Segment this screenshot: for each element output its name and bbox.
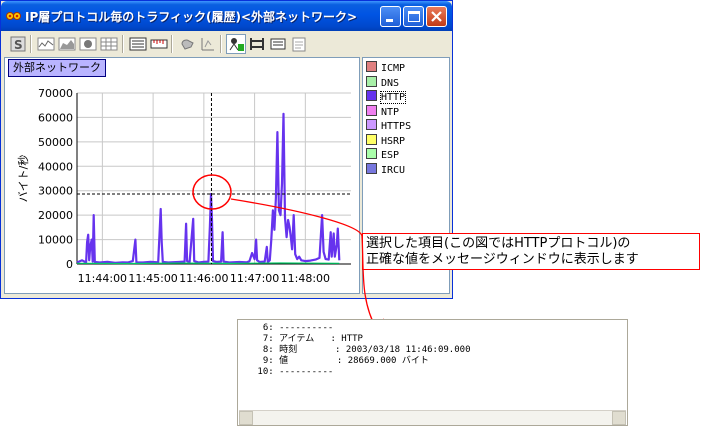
message-line: 8: 時刻 : 2003/03/18 11:46:09.000 [252, 345, 471, 355]
scroll-right-button[interactable] [612, 411, 626, 425]
scroll-left-button[interactable] [239, 411, 253, 425]
message-line: 6: ---------- [252, 323, 334, 333]
pointer-arrow [230, 198, 377, 330]
message-line: 9: 値 : 28669.000 バイト [252, 356, 429, 366]
message-window[interactable]: 6: ---------- 7: アイテム : HTTP 8: 時刻 : 200… [237, 319, 628, 426]
message-line: 10: ---------- [252, 367, 334, 377]
highlight-circle [192, 174, 232, 210]
message-line: 7: アイテム : HTTP [252, 334, 363, 344]
horizontal-scrollbar[interactable] [239, 410, 626, 425]
